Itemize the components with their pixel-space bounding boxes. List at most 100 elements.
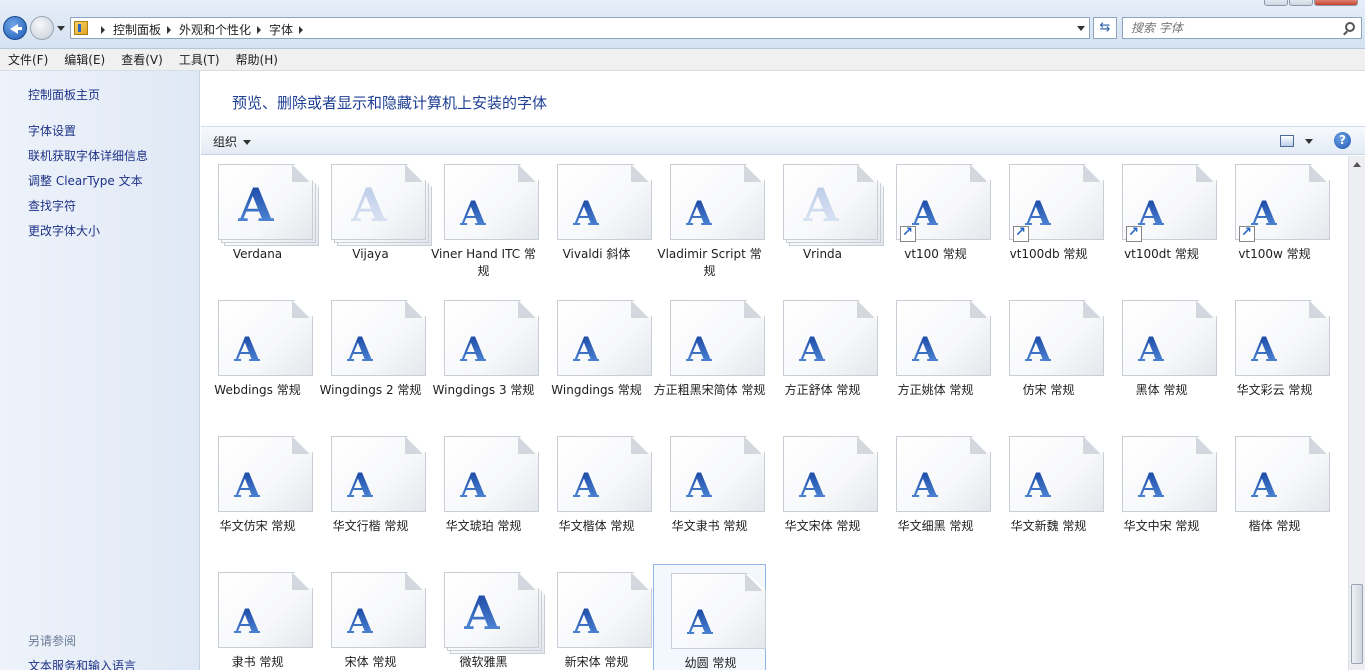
font-tile[interactable]: A 新宋体 常规: [540, 564, 653, 670]
font-tile[interactable]: A 华文隶书 常规: [653, 428, 766, 543]
breadcrumb-separator-icon[interactable]: [299, 25, 304, 34]
sidebar-link-get-font-info-online[interactable]: 联机获取字体详细信息: [28, 147, 148, 164]
font-tile[interactable]: A Wingdings 3 常规: [427, 292, 540, 407]
menu-tools[interactable]: 工具(T): [171, 51, 228, 68]
font-page-shape: [557, 436, 652, 512]
close-button[interactable]: [1314, 0, 1358, 6]
change-view-icon[interactable]: [1280, 135, 1294, 147]
menu-edit[interactable]: 编辑(E): [56, 51, 113, 68]
organize-button[interactable]: 组织: [213, 133, 252, 150]
command-bar: 组织 ?: [201, 126, 1365, 155]
shortcut-arrow-icon: [900, 225, 916, 242]
sidebar-link-font-settings[interactable]: 字体设置: [28, 122, 76, 139]
page-fold-shape: [292, 165, 311, 182]
view-options-dropdown-icon[interactable]: [1305, 139, 1313, 144]
menu-help[interactable]: 帮助(H): [228, 51, 286, 68]
font-tile[interactable]: A 华文中宋 常规: [1105, 428, 1218, 543]
font-tile[interactable]: Avt100dt 常规: [1105, 156, 1218, 271]
font-tile[interactable]: A 仿宋 常规: [992, 292, 1105, 407]
page-fold-shape: [631, 301, 650, 318]
font-tile[interactable]: A 华文楷体 常规: [540, 428, 653, 543]
sidebar-link-control-panel-home[interactable]: 控制面板主页: [28, 86, 100, 103]
font-tile[interactable]: A 华文琥珀 常规: [427, 428, 540, 543]
address-box[interactable]: 控制面板 外观和个性化 字体: [70, 17, 1090, 39]
sidebar-link-find-character[interactable]: 查找字符: [28, 197, 76, 214]
page-fold-shape: [631, 573, 650, 590]
font-name-label: Viner Hand ITC 常规: [431, 247, 536, 278]
font-tile[interactable]: A 华文行楷 常规: [314, 428, 427, 543]
font-preview-glyph: A: [573, 602, 600, 642]
help-icon[interactable]: ?: [1334, 132, 1351, 149]
sidebar-link-adjust-cleartype[interactable]: 调整 ClearType 文本: [28, 172, 143, 189]
font-tile[interactable]: A Verdana: [201, 156, 319, 271]
font-file-icon: A: [218, 572, 314, 648]
forward-button[interactable]: [30, 16, 54, 40]
font-tile[interactable]: A 宋体 常规: [314, 564, 427, 670]
font-tile[interactable]: A 楷体 常规: [1218, 428, 1331, 543]
sidebar-link-change-font-size[interactable]: 更改字体大小: [28, 222, 100, 239]
font-page-shape: [671, 573, 766, 649]
font-preview-glyph: A: [464, 586, 500, 640]
font-tile[interactable]: A 黑体 常规: [1105, 292, 1218, 407]
font-page-shape: [218, 572, 313, 648]
search-input[interactable]: [1131, 20, 1331, 36]
page-fold-shape: [518, 165, 537, 182]
font-preview-glyph: A: [234, 466, 261, 506]
font-tile[interactable]: A 方正姚体 常规: [879, 292, 992, 407]
page-fold-shape: [405, 301, 424, 318]
scroll-up-icon[interactable]: [1353, 162, 1361, 167]
font-tile[interactable]: A 华文新魏 常规: [992, 428, 1105, 543]
font-tile[interactable]: A Vladimir Script 常规: [653, 156, 766, 278]
font-tile[interactable]: A 方正舒体 常规: [766, 292, 879, 407]
font-tile[interactable]: A 华文宋体 常规: [766, 428, 879, 543]
font-tile[interactable]: A Viner Hand ITC 常规: [427, 156, 540, 278]
font-tile[interactable]: A 幼圆 常规: [653, 564, 766, 670]
breadcrumb-appearance[interactable]: 外观和个性化: [179, 21, 251, 38]
font-tile[interactable]: Avt100db 常规: [992, 156, 1105, 271]
search-icon[interactable]: [1345, 22, 1355, 32]
font-tile[interactable]: A Vivaldi 斜体: [540, 156, 653, 271]
back-button[interactable]: [3, 16, 27, 40]
breadcrumb-fonts[interactable]: 字体: [269, 21, 293, 38]
page-fold-shape: [744, 437, 763, 454]
font-preview-glyph: A: [347, 330, 374, 370]
breadcrumb-separator-icon[interactable]: [101, 25, 105, 34]
font-preview-glyph: A: [912, 330, 939, 370]
font-tile[interactable]: A 隶书 常规: [201, 564, 314, 670]
breadcrumb-separator-icon[interactable]: [167, 25, 172, 34]
refresh-button[interactable]: ⇆: [1093, 17, 1117, 39]
vertical-scrollbar[interactable]: [1348, 156, 1365, 670]
address-dropdown-icon[interactable]: [1077, 26, 1085, 31]
font-file-icon: A: [331, 300, 427, 376]
minimize-button[interactable]: [1264, 0, 1288, 6]
search-box[interactable]: [1122, 17, 1362, 39]
breadcrumb-control-panel[interactable]: 控制面板: [113, 21, 161, 38]
shortcut-arrow-icon: [1013, 225, 1029, 242]
font-tile[interactable]: Avt100 常规: [879, 156, 992, 271]
font-name-label: 华文新魏 常规: [1010, 519, 1087, 533]
scrollbar-thumb[interactable]: [1351, 584, 1363, 664]
font-tile[interactable]: A 华文彩云 常规: [1218, 292, 1331, 407]
font-family-icon: A: [444, 572, 545, 654]
page-fold-shape: [1309, 301, 1328, 318]
menu-view[interactable]: 查看(V): [113, 51, 171, 68]
font-page-shape: [1235, 300, 1330, 376]
breadcrumb-separator-icon[interactable]: [257, 25, 262, 34]
maximize-button[interactable]: [1289, 0, 1313, 6]
font-tile[interactable]: A Vrinda: [766, 156, 884, 271]
font-tile[interactable]: A 方正粗黑宋简体 常规: [653, 292, 766, 407]
font-tile[interactable]: A 华文仿宋 常规: [201, 428, 314, 543]
font-tile[interactable]: A Wingdings 2 常规: [314, 292, 427, 407]
menu-bar: 文件(F) 编辑(E) 查看(V) 工具(T) 帮助(H): [0, 49, 1365, 71]
font-tile[interactable]: A Webdings 常规: [201, 292, 314, 407]
font-name-label: vt100db 常规: [1009, 247, 1088, 261]
font-preview-glyph: A: [573, 194, 600, 234]
sidebar-link-text-services[interactable]: 文本服务和输入语言: [28, 657, 136, 670]
font-tile[interactable]: A Wingdings 常规: [540, 292, 653, 407]
font-tile[interactable]: A Vijaya: [314, 156, 432, 271]
font-tile[interactable]: A 微软雅黑: [427, 564, 545, 670]
font-tile[interactable]: A 华文细黑 常规: [879, 428, 992, 543]
font-tile[interactable]: Avt100w 常规: [1218, 156, 1331, 271]
menu-file[interactable]: 文件(F): [0, 51, 56, 68]
recent-pages-dropdown[interactable]: [57, 26, 65, 31]
